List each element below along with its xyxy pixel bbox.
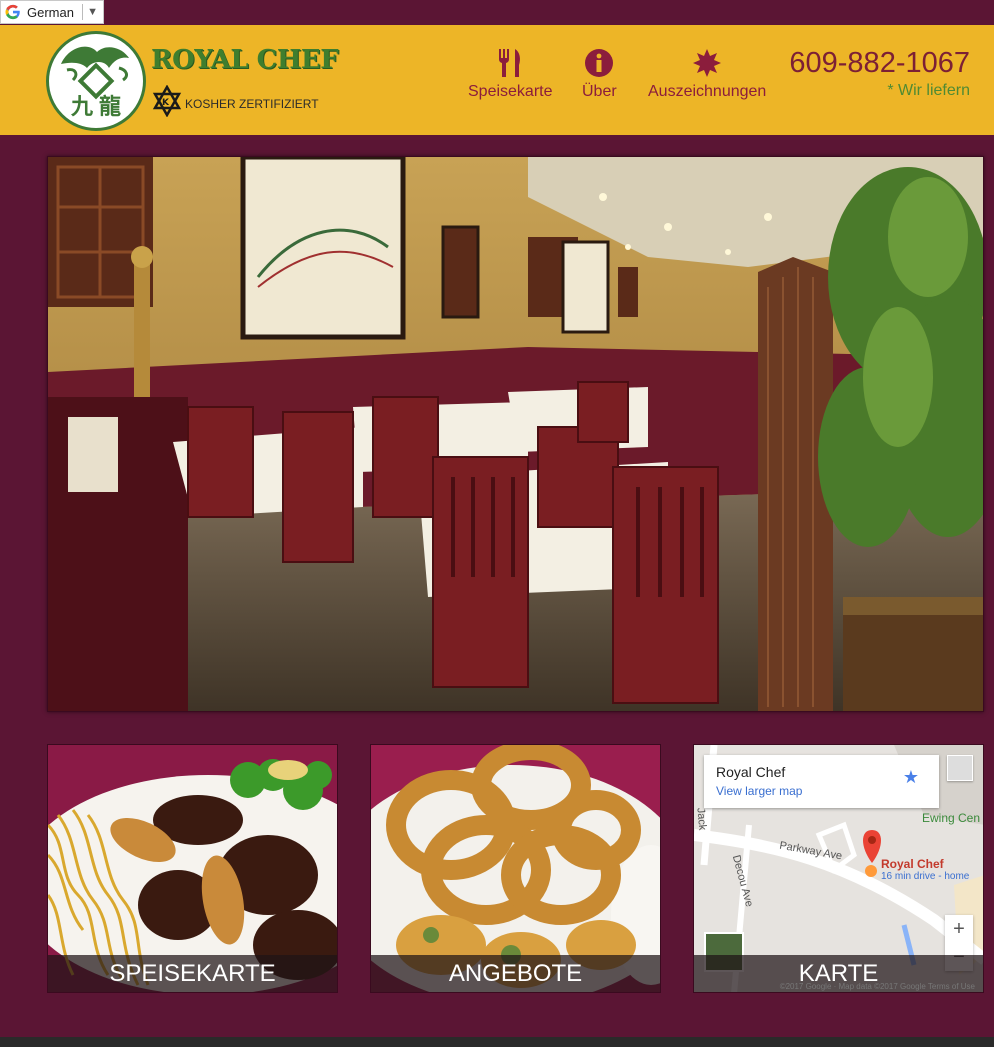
nav-ueber[interactable]: Über (582, 47, 617, 101)
street-label: Ewing Cen (922, 811, 981, 825)
restaurant-interior-illustration (48, 157, 983, 711)
nav-auszeichnungen[interactable]: Auszeichnungen (648, 47, 766, 101)
dropdown-arrow-icon[interactable]: ▼ (87, 6, 98, 18)
kosher-badge: K KOSHER ZERTIFIZIERT (151, 85, 319, 117)
nav-label: Speisekarte (468, 83, 553, 100)
tile-speisekarte[interactable]: SPEISEKARTE (47, 744, 338, 993)
street-label: Jack (694, 807, 709, 831)
google-g-icon (5, 4, 21, 20)
hero-restaurant-image (47, 156, 984, 712)
map-pin-sub: 16 min drive - home (881, 871, 970, 882)
site-header: 九 龍 ROYAL CHEF K KOSHER ZERTIFIZIERT Spe… (0, 25, 994, 135)
map-info-card: Royal Chef View larger map ★ (704, 755, 939, 808)
tile-label: ANGEBOTE (371, 955, 660, 992)
tile-label: SPEISEKARTE (48, 955, 337, 992)
user-avatar[interactable] (947, 755, 973, 781)
google-translate-bar[interactable]: German ▼ (0, 0, 104, 24)
language-select-value: German (27, 4, 74, 20)
save-star-icon[interactable]: ★ (903, 767, 919, 788)
dragon-logo-icon: 九 龍 (61, 46, 129, 120)
dragon-logo[interactable]: 九 龍 (46, 31, 146, 131)
delivery-note: * Wir liefern (887, 82, 970, 99)
footer-strip (0, 1037, 994, 1047)
award-icon (693, 49, 722, 77)
nav-label: Über (582, 83, 617, 100)
svg-text:龍: 龍 (99, 94, 121, 120)
kosher-label: KOSHER ZERTIFIZIERT (185, 97, 319, 111)
brand-name[interactable]: ROYAL CHEF (151, 45, 339, 75)
zoom-in-button[interactable]: + (945, 915, 973, 943)
tile-karte[interactable]: Royal Chef View larger map ★ Parkway Ave… (693, 744, 984, 993)
svg-text:K: K (162, 98, 170, 108)
map-pin-label[interactable]: Royal Chef (881, 857, 944, 871)
nav-label: Auszeichnungen (648, 83, 767, 100)
map-attribution: ©2017 Google · Map data ©2017 Google Ter… (779, 982, 975, 991)
fork-knife-icon (499, 49, 521, 77)
nav-speisekarte[interactable]: Speisekarte (468, 47, 553, 101)
tile-angebote[interactable]: ANGEBOTE (370, 744, 661, 993)
phone-number[interactable]: 609-882-1067 (789, 47, 970, 80)
star-of-david-icon: K (152, 85, 182, 117)
separator (82, 4, 84, 20)
info-icon (585, 49, 614, 77)
svg-text:九: 九 (70, 94, 93, 120)
